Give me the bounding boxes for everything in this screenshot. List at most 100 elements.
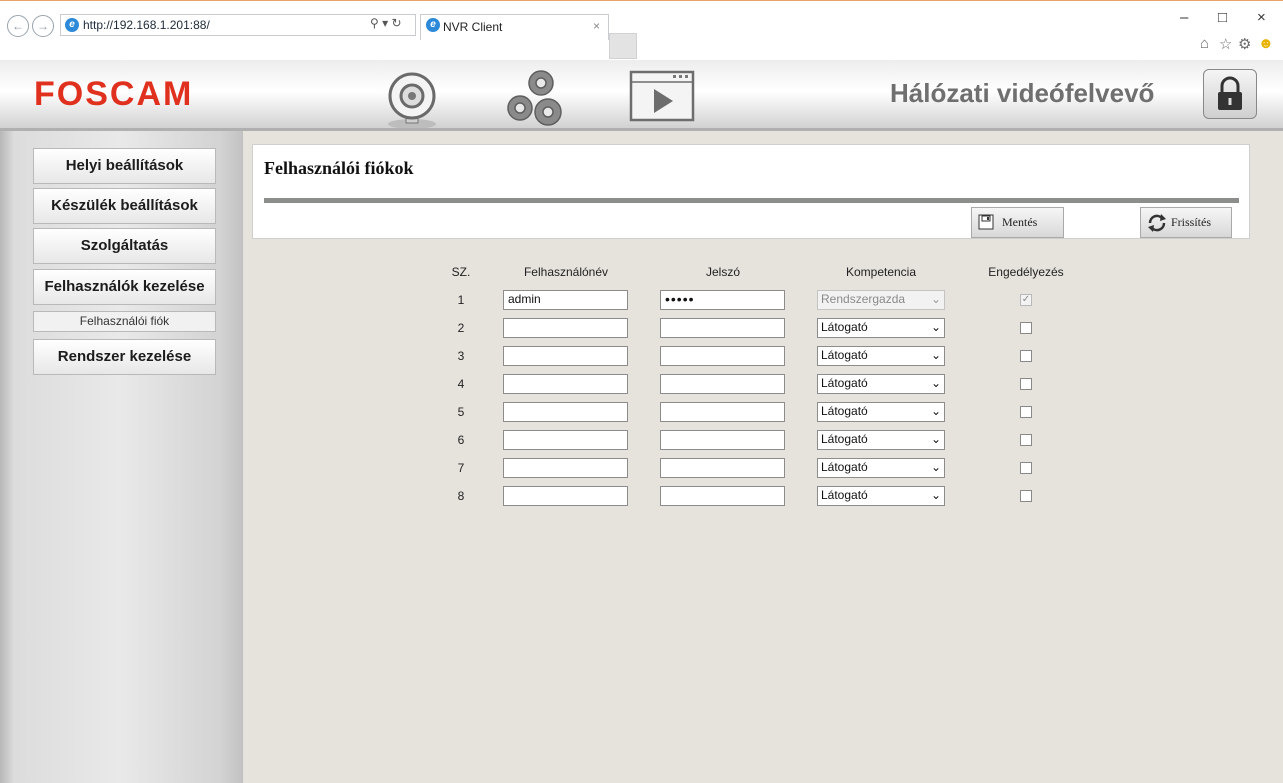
search-refresh-icons[interactable]: ⚲ ▾ ↻ [370, 16, 402, 30]
row-number: 4 [457, 377, 465, 391]
forward-arrow-icon[interactable]: → [32, 15, 54, 37]
password-field[interactable]: ••••• [660, 290, 785, 310]
role-value: Látogató [821, 376, 868, 390]
camera-icon[interactable] [382, 70, 442, 130]
username-field[interactable] [503, 402, 628, 422]
role-select[interactable]: Látogató ⌄ [817, 486, 945, 506]
username-field[interactable] [503, 374, 628, 394]
playback-icon[interactable] [629, 70, 695, 122]
role-value: Látogató [821, 432, 868, 446]
enable-checkbox[interactable] [1020, 462, 1032, 474]
role-select[interactable]: Látogató ⌄ [817, 374, 945, 394]
password-field[interactable] [660, 458, 785, 478]
save-button[interactable]: Mentés [971, 207, 1064, 238]
role-select: Rendszergazda ⌄ [817, 290, 945, 310]
sidebar: Helyi beállítások Készülék beállítások S… [0, 131, 243, 783]
save-label: Mentés [1002, 215, 1038, 229]
password-field[interactable] [660, 318, 785, 338]
column-header-password: Jelszó [705, 265, 740, 279]
row-number: 2 [457, 321, 465, 335]
role-value: Látogató [821, 348, 868, 362]
minimize-icon[interactable]: – [1180, 9, 1188, 26]
panel-header: Felhasználói fiókok Mentés Frissítés [252, 144, 1250, 239]
role-select[interactable]: Látogató ⌄ [817, 402, 945, 422]
browser-tab[interactable]: e NVR Client × [420, 14, 609, 40]
username-field[interactable] [503, 346, 628, 366]
sidebar-item-user-management[interactable]: Felhasználók kezelése [33, 269, 216, 305]
role-select[interactable]: Látogató ⌄ [817, 346, 945, 366]
tab-title: NVR Client [443, 20, 503, 34]
password-field[interactable] [660, 430, 785, 450]
username-field[interactable] [503, 430, 628, 450]
lock-button[interactable] [1203, 69, 1257, 119]
sidebar-subitem-user-account[interactable]: Felhasználói fiók [33, 311, 216, 332]
ie-page-icon: e [65, 18, 79, 32]
password-field[interactable] [660, 486, 785, 506]
chevron-down-icon: ⌄ [930, 376, 941, 390]
row-number: 8 [457, 489, 465, 503]
column-header-enabled: Engedélyezés [988, 265, 1064, 279]
refresh-icon [1148, 214, 1166, 232]
row-number: 6 [457, 433, 465, 447]
role-value: Látogató [821, 320, 868, 334]
maximize-icon[interactable]: □ [1218, 9, 1227, 26]
sidebar-item-system-management[interactable]: Rendszer kezelése [33, 339, 216, 375]
enable-checkbox[interactable] [1020, 322, 1032, 334]
username-field[interactable]: admin [503, 290, 628, 310]
enable-checkbox[interactable] [1020, 406, 1032, 418]
role-value: Látogató [821, 460, 868, 474]
chevron-down-icon: ⌄ [930, 432, 941, 446]
address-bar[interactable]: e http://192.168.1.201:88/ [60, 14, 416, 36]
role-value: Rendszergazda [821, 292, 906, 306]
row-number: 7 [457, 461, 465, 475]
page-title: Felhasználói fiókok [264, 158, 414, 178]
settings-gear-icon[interactable]: ⚙ [1238, 35, 1251, 53]
back-arrow-icon[interactable]: ← [7, 15, 29, 37]
row-number: 1 [457, 293, 465, 307]
close-tab-icon[interactable]: × [593, 19, 600, 33]
chevron-down-icon: ⌄ [930, 292, 941, 306]
enable-checkbox[interactable] [1020, 350, 1032, 362]
smiley-feedback-icon[interactable]: ☻ [1258, 35, 1274, 52]
role-value: Látogató [821, 488, 868, 502]
enable-checkbox: ✓ [1020, 294, 1032, 306]
role-select[interactable]: Látogató ⌄ [817, 430, 945, 450]
address-url: http://192.168.1.201:88/ [83, 18, 210, 32]
role-select[interactable]: Látogató ⌄ [817, 318, 945, 338]
password-field[interactable] [660, 374, 785, 394]
password-field[interactable] [660, 346, 785, 366]
save-icon [978, 214, 994, 230]
chevron-down-icon: ⌄ [930, 348, 941, 362]
column-header-role: Kompetencia [845, 265, 917, 279]
refresh-label: Frissítés [1171, 215, 1212, 229]
sidebar-item-device-settings[interactable]: Készülék beállítások [33, 188, 216, 224]
home-icon[interactable]: ⌂ [1200, 35, 1209, 52]
sidebar-item-local-settings[interactable]: Helyi beállítások [33, 148, 216, 184]
row-number: 3 [457, 349, 465, 363]
chevron-down-icon: ⌄ [930, 460, 941, 474]
refresh-button[interactable]: Frissítés [1140, 207, 1232, 238]
chevron-down-icon: ⌄ [930, 320, 941, 334]
enable-checkbox[interactable] [1020, 378, 1032, 390]
password-field[interactable] [660, 402, 785, 422]
username-field[interactable] [503, 318, 628, 338]
enable-checkbox[interactable] [1020, 490, 1032, 502]
column-header-no: SZ. [451, 265, 471, 279]
device-title: Hálózati videófelvevő [890, 78, 1155, 108]
column-header-username: Felhasználónév [523, 265, 609, 279]
enable-checkbox[interactable] [1020, 434, 1032, 446]
row-number: 5 [457, 405, 465, 419]
role-select[interactable]: Látogató ⌄ [817, 458, 945, 478]
chevron-down-icon: ⌄ [930, 488, 941, 502]
new-tab-button[interactable] [609, 33, 637, 59]
username-field[interactable] [503, 458, 628, 478]
sidebar-item-service[interactable]: Szolgáltatás [33, 228, 216, 264]
tab-ie-icon: e [426, 18, 440, 32]
favorites-star-icon[interactable]: ☆ [1219, 35, 1232, 53]
app-header: FOSCAM Hálózati videófelvevő [0, 60, 1283, 130]
main-content: Felhasználói fiókok Mentés Frissítés [243, 131, 1283, 783]
settings-gears-icon[interactable] [504, 68, 566, 130]
close-window-icon[interactable]: × [1257, 9, 1266, 26]
username-field[interactable] [503, 486, 628, 506]
chevron-down-icon: ⌄ [930, 404, 941, 418]
